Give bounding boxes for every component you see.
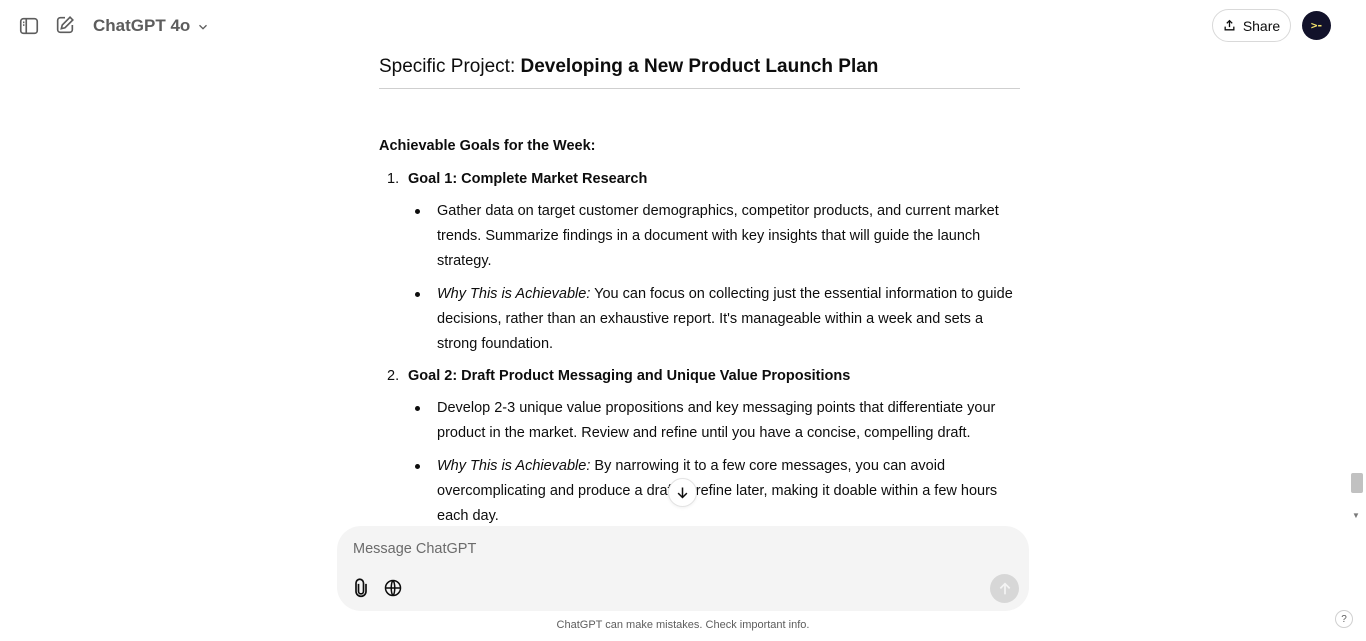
heading-prefix: Specific Project: <box>379 56 521 77</box>
bullet-item: Why This is Achievable: You can focus on… <box>408 282 1020 357</box>
scrollbar-arrow-down-icon[interactable]: ▼ <box>1352 511 1360 520</box>
send-button[interactable] <box>990 574 1019 603</box>
message-composer <box>337 526 1029 611</box>
goal-item: 1. Goal 1: Complete Market Research Gath… <box>379 167 1020 357</box>
goals-list: 1. Goal 1: Complete Market Research Gath… <box>379 167 1020 529</box>
share-button[interactable]: Share <box>1212 9 1291 42</box>
bullet-item: Gather data on target customer demograph… <box>408 199 1020 274</box>
paperclip-icon[interactable] <box>350 577 372 599</box>
message-input[interactable] <box>353 538 953 560</box>
scrollbar-thumb[interactable] <box>1351 473 1363 493</box>
bullet-item: Why This is Achievable: By narrowing it … <box>408 454 1020 529</box>
avatar[interactable]: >- <box>1302 11 1331 40</box>
globe-icon[interactable] <box>382 577 404 599</box>
model-name: ChatGPT 4o <box>93 16 191 35</box>
goal-title: Goal 2: Draft Product Messaging and Uniq… <box>408 368 851 384</box>
assistant-message: Specific Project: Developing a New Produ… <box>379 52 1020 536</box>
goal-number: 1. <box>387 171 400 187</box>
sidebar-toggle-icon[interactable] <box>17 14 41 38</box>
page-heading: Specific Project: Developing a New Produ… <box>379 52 1020 89</box>
bullet-item: Develop 2-3 unique value propositions an… <box>408 396 1020 446</box>
arrow-down-icon <box>677 487 688 499</box>
bullet-text: Develop 2-3 unique value propositions an… <box>437 400 996 441</box>
bullet-lead: Why This is Achievable: <box>437 457 591 474</box>
new-chat-icon[interactable] <box>53 13 77 37</box>
goal-bullets: Gather data on target customer demograph… <box>408 199 1020 357</box>
goal-bullets: Develop 2-3 unique value propositions an… <box>408 396 1020 529</box>
share-icon <box>1224 19 1235 31</box>
share-label: Share <box>1242 17 1281 34</box>
arrow-up-icon <box>999 581 1010 594</box>
scroll-to-bottom-button[interactable] <box>668 478 697 507</box>
bullet-text: Gather data on target customer demograph… <box>437 203 999 269</box>
model-picker[interactable]: ChatGPT 4o <box>93 15 210 37</box>
heading-bold: Developing a New Product Launch Plan <box>520 56 879 77</box>
disclaimer: ChatGPT can make mistakes. Check importa… <box>556 619 810 631</box>
help-button[interactable]: ? <box>1335 610 1353 628</box>
goal-title: Goal 1: Complete Market Research <box>408 171 648 187</box>
bullet-lead: Why This is Achievable: <box>437 285 591 302</box>
goal-number: 2. <box>387 368 400 384</box>
section-title: Achievable Goals for the Week: <box>379 138 596 154</box>
chevron-down-icon <box>199 24 208 30</box>
goal-item: 2. Goal 2: Draft Product Messaging and U… <box>379 364 1020 529</box>
